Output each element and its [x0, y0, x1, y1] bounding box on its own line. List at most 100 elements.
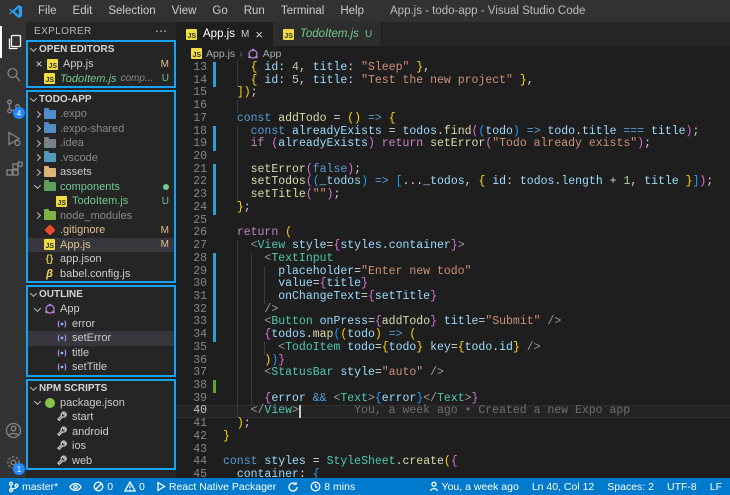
code-line-14[interactable]: 14 { id: 5, title: "Test the new project… [176, 74, 730, 88]
sidebar-item--vscode[interactable]: .vscode [28, 151, 174, 166]
section-header-files[interactable]: TODO-APP [28, 92, 174, 107]
close-icon[interactable]: × [255, 27, 263, 42]
line-number[interactable]: 42 [176, 430, 212, 444]
code-line-42[interactable]: 42} [176, 430, 730, 444]
chevron-right-icon[interactable] [32, 139, 43, 147]
menu-go[interactable]: Go [204, 0, 235, 22]
chevron-right-icon[interactable] [32, 110, 43, 118]
code-editor[interactable]: 13 { id: 4, title: "Sleep" }, 14 { id: 5,… [176, 61, 730, 478]
activity-explorer[interactable] [0, 26, 26, 58]
status-warnings[interactable]: 0 [124, 481, 145, 493]
code-line-15[interactable]: 15 ]); [176, 87, 730, 100]
chevron-right-icon[interactable] [32, 212, 43, 220]
breadcrumb[interactable]: JS App.js › App [176, 46, 730, 61]
line-number[interactable]: 23 [176, 188, 212, 202]
menu-file[interactable]: File [30, 0, 65, 22]
tab-todoitem-js[interactable]: JS TodoItem.js U [272, 22, 383, 46]
status-blame-toggle[interactable] [69, 482, 82, 492]
code-line-41[interactable]: 41 ); [176, 417, 730, 431]
breadcrumb-item[interactable]: App [263, 48, 282, 60]
chevron-down-icon[interactable] [32, 304, 43, 312]
menu-view[interactable]: View [164, 0, 205, 22]
line-number[interactable]: 17 [176, 112, 212, 126]
sidebar-item--gitignore[interactable]: .gitignore M [28, 223, 174, 238]
line-number[interactable]: 31 [176, 290, 212, 304]
line-number[interactable]: 13 [176, 61, 212, 75]
line-number[interactable]: 27 [176, 239, 212, 253]
sidebar-item--expo[interactable]: .expo [28, 107, 174, 122]
section-header-open-editors[interactable]: OPEN EDITORS [28, 42, 174, 57]
line-number[interactable]: 20 [176, 150, 212, 164]
sidebar-item-app-json[interactable]: {} app.json [28, 252, 174, 267]
menu-help[interactable]: Help [332, 0, 372, 22]
status-encoding[interactable]: UTF-8 [667, 481, 697, 493]
code-line-19[interactable]: 19 if (alreadyExists) return setError("T… [176, 137, 730, 152]
code-line-23[interactable]: 23 setTitle(""); [176, 188, 730, 202]
status-eol[interactable]: LF [710, 481, 722, 493]
status-sync[interactable] [287, 481, 299, 493]
sidebar-item-ios[interactable]: ios [28, 439, 174, 454]
activity-settings[interactable]: 1 [0, 446, 26, 478]
sidebar-item-app-js[interactable]: JS App.js M [28, 237, 174, 252]
status-errors[interactable]: 0 [93, 481, 113, 493]
menu-run[interactable]: Run [236, 0, 273, 22]
code-line-45[interactable]: 45 container: { [176, 468, 730, 478]
status-indentation[interactable]: Spaces: 2 [607, 481, 654, 493]
status-react-native-packager[interactable]: React Native Packager [156, 481, 276, 493]
activity-account[interactable] [0, 414, 26, 446]
sidebar-item-app-js[interactable]: × JS App.js M [28, 57, 174, 72]
sidebar-item-components[interactable]: components [28, 180, 174, 195]
line-number[interactable]: 38 [176, 379, 212, 393]
chevron-down-icon[interactable] [32, 182, 43, 190]
sidebar-item-assets[interactable]: assets [28, 165, 174, 180]
line-number[interactable]: 41 [176, 417, 212, 431]
sidebar-item-settitle[interactable]: setTitle [28, 360, 174, 375]
chevron-right-icon[interactable] [32, 168, 43, 176]
sidebar-item-android[interactable]: android [28, 425, 174, 440]
sidebar-item-babel-config-js[interactable]: β babel.config.js [28, 267, 174, 282]
code-line-24[interactable]: 24 }; [176, 201, 730, 215]
ellipsis-icon[interactable]: ⋯ [155, 24, 168, 38]
activity-source-control[interactable]: 4 [0, 90, 26, 122]
token: return [381, 137, 424, 151]
line-number[interactable]: 16 [176, 99, 212, 113]
breadcrumb-item[interactable]: App.js [206, 48, 235, 60]
sidebar-item-todoitem-js[interactable]: JS TodoItem.js U [28, 194, 174, 209]
activity-run-debug[interactable] [0, 122, 26, 154]
chevron-down-icon[interactable] [32, 398, 43, 406]
sidebar-item--idea[interactable]: .idea [28, 136, 174, 151]
status-cursor-position[interactable]: Ln 40, Col 12 [532, 481, 594, 493]
sidebar-item-app[interactable]: App [28, 302, 174, 317]
code-line-40[interactable]: 40 </View> You, a week ago • Created a n… [176, 405, 730, 419]
sidebar-item-web[interactable]: web [28, 454, 174, 469]
activity-extensions[interactable] [0, 154, 26, 186]
sidebar-item-seterror[interactable]: setError [28, 331, 174, 346]
sidebar-item-error[interactable]: error [28, 317, 174, 332]
sidebar-item-node-modules[interactable]: node_modules [28, 209, 174, 224]
item-label: .gitignore [60, 224, 106, 237]
menu-edit[interactable]: Edit [65, 0, 101, 22]
sidebar-item-start[interactable]: start [28, 410, 174, 425]
status-blame-info[interactable]: You, a week ago [429, 481, 519, 493]
status-branch[interactable]: master* [8, 481, 58, 493]
sidebar-item--expo-shared[interactable]: .expo-shared [28, 122, 174, 137]
status-timer[interactable]: 8 mins [310, 481, 355, 493]
activity-search[interactable] [0, 58, 26, 90]
sidebar-item-todoitem-js[interactable]: JS TodoItem.js comp... U [28, 72, 174, 87]
line-number[interactable]: 28 [176, 252, 212, 266]
section-header-outline[interactable]: OUTLINE [28, 287, 174, 302]
chevron-right-icon[interactable] [32, 154, 43, 162]
menu-terminal[interactable]: Terminal [273, 0, 332, 22]
tab-app-js[interactable]: JS App.js M × [176, 22, 273, 46]
close-icon[interactable]: × [32, 57, 46, 71]
line-number[interactable]: 35 [176, 341, 212, 355]
chevron-right-icon[interactable] [32, 125, 43, 133]
sidebar-item-title[interactable]: title [28, 346, 174, 361]
line-number[interactable]: 34 [176, 328, 212, 342]
section-header-npm-scripts[interactable]: NPM SCRIPTS [28, 380, 174, 396]
menu-selection[interactable]: Selection [100, 0, 163, 22]
code-line-37[interactable]: 37 <StatusBar style="auto" /> [176, 366, 730, 380]
line-number[interactable]: 45 [176, 468, 212, 478]
sidebar-item-package-json[interactable]: package.json [28, 396, 174, 411]
line-number[interactable]: 24 [176, 201, 212, 215]
